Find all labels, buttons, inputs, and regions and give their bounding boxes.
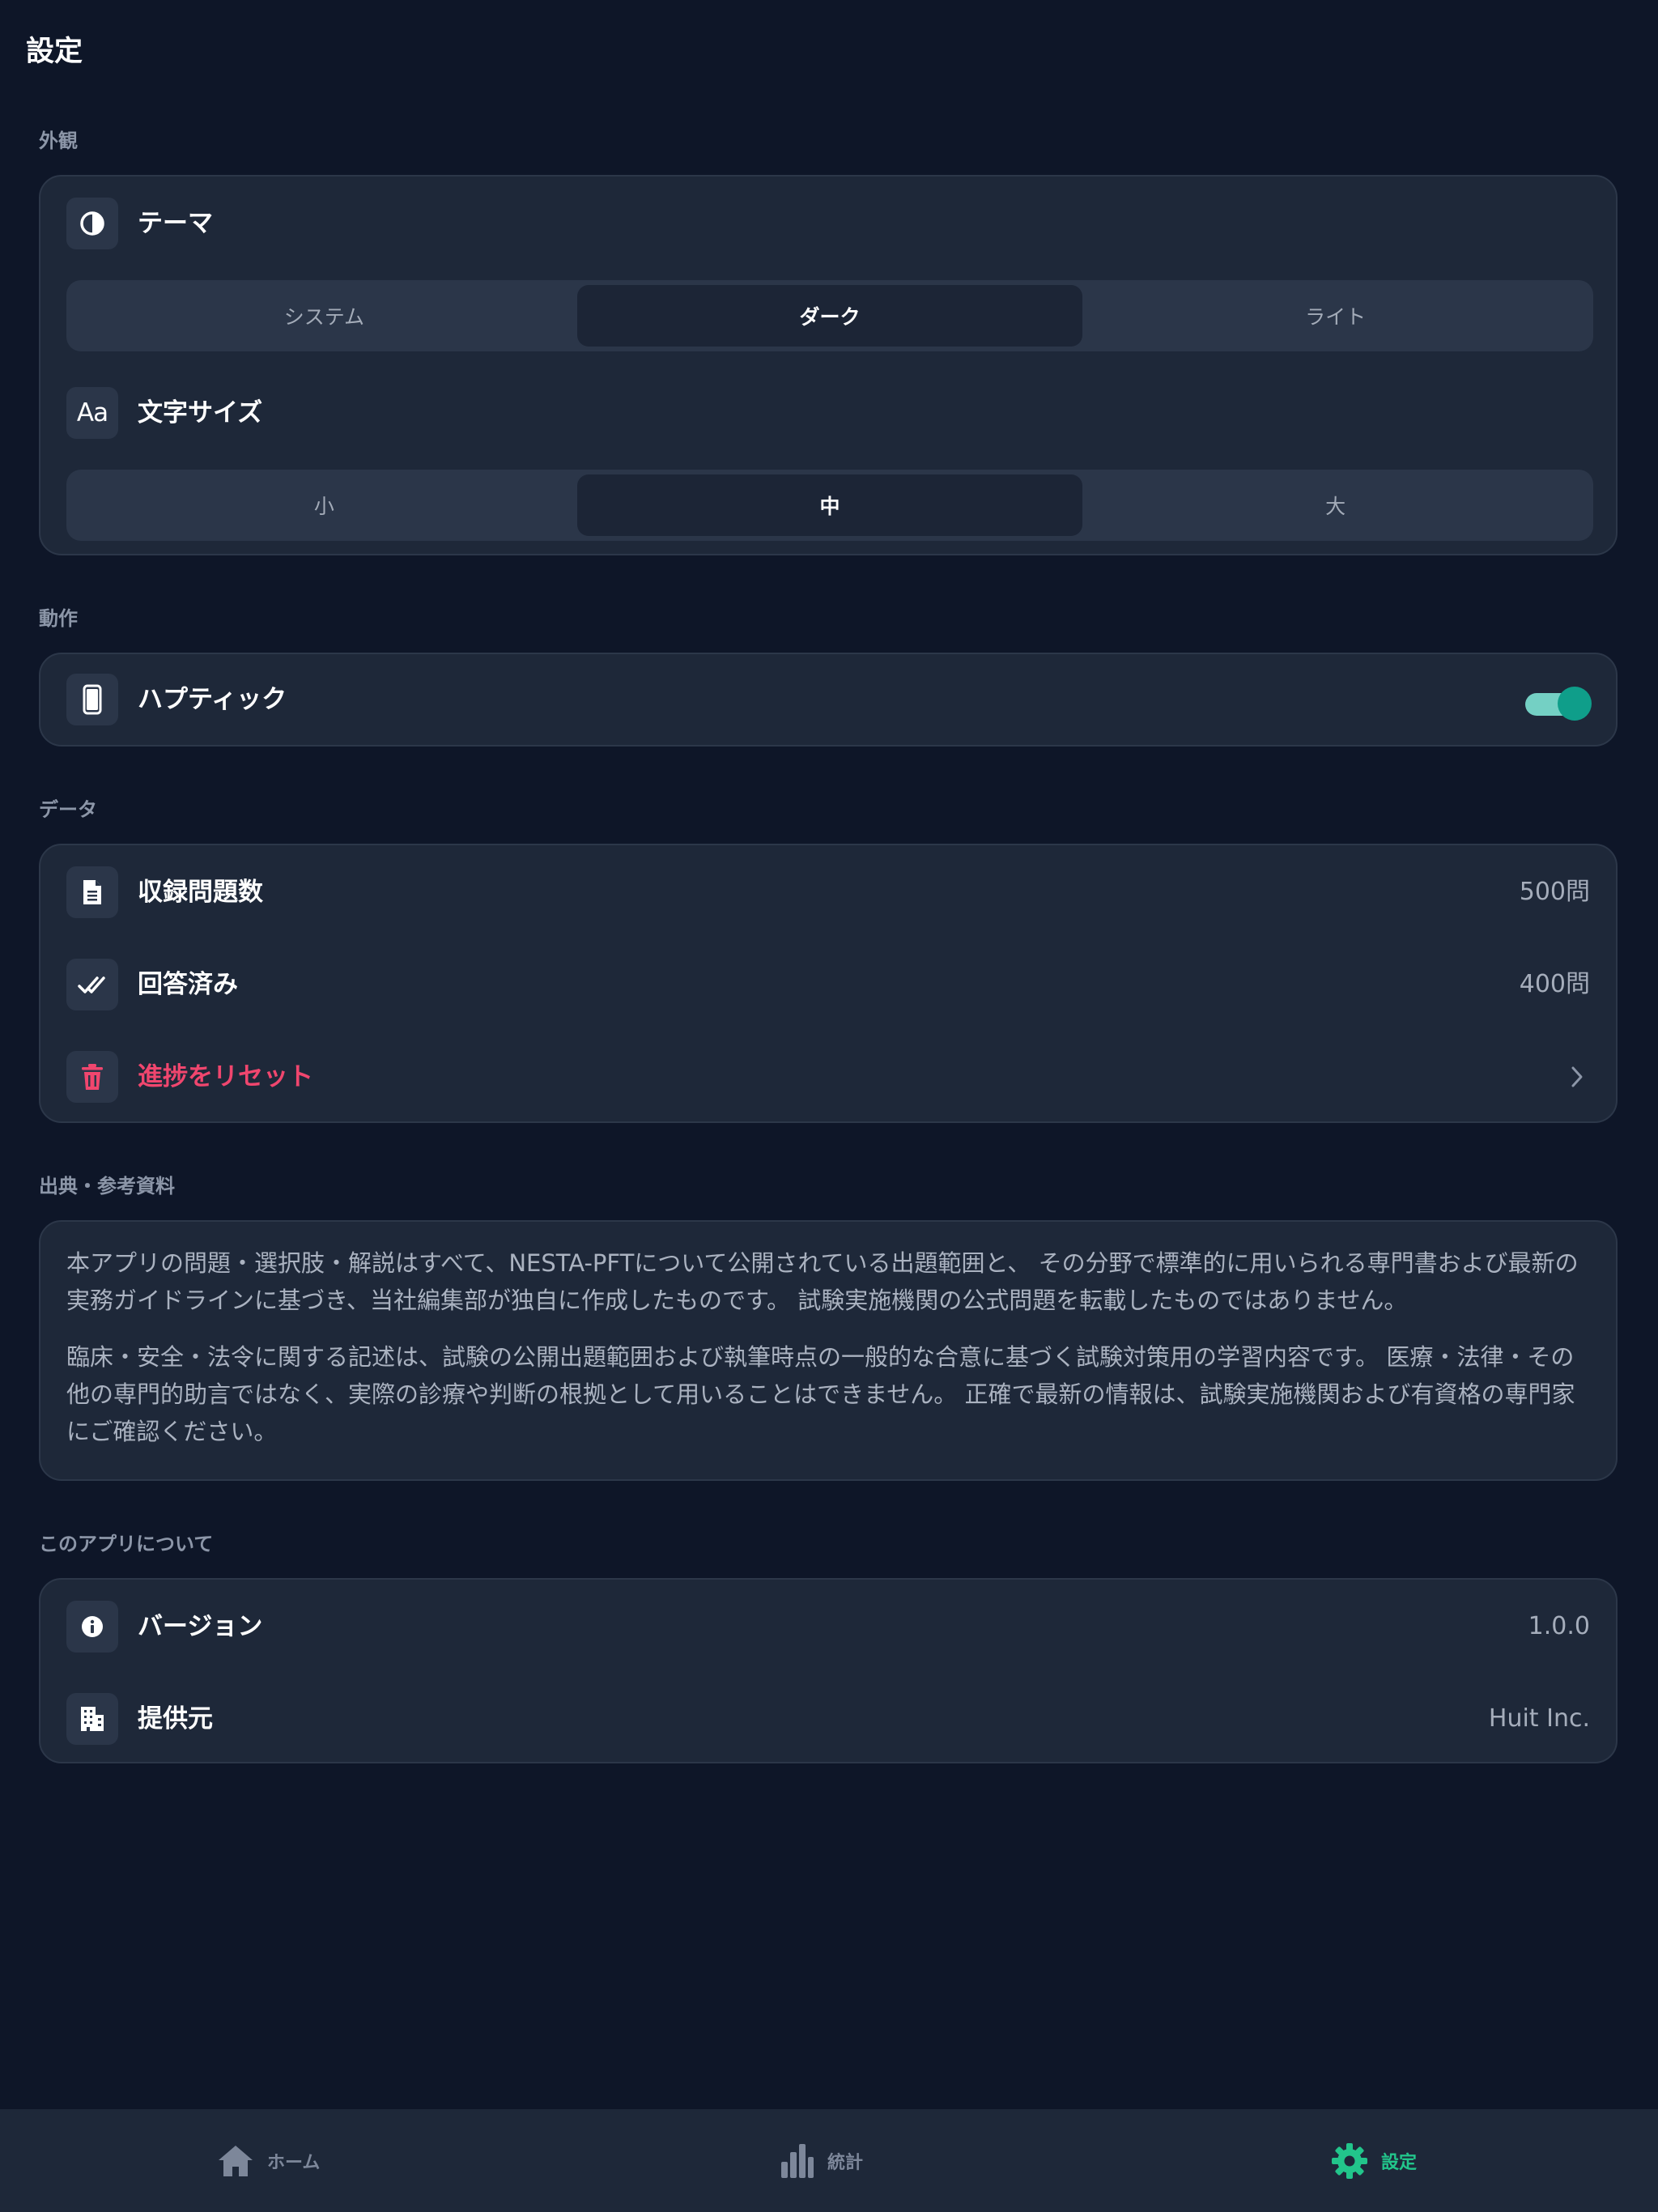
font-size-option-large[interactable]: 大 [1082,474,1588,536]
provider-row: 提供元 Huit Inc. [40,1678,1616,1759]
tab-bar: ホーム 統計 設定 [0,2109,1658,2212]
theme-option-dark[interactable]: ダーク [576,285,1083,347]
section-header-about: このアプリについて [39,1533,214,1555]
answered-label: 回答済み [138,970,238,999]
building-icon [66,1693,118,1745]
theme-label: テーマ [138,209,213,238]
tab-settings-label: 設定 [1381,2152,1418,2173]
font-size-label: 文字サイズ [138,398,263,428]
haptic-row: ハプティック [40,659,1616,740]
sources-card: 本アプリの問題・選択肢・解説はすべて、NESTA-PFTについて公開されている出… [39,1220,1618,1481]
answered-row: 回答済み 400問 [40,944,1616,1025]
version-value: 1.0.0 [1528,1612,1590,1640]
reset-progress-row[interactable]: 進捗をリセット [40,1036,1616,1117]
question-count-row: 収録問題数 500問 [40,852,1616,933]
tab-stats-label: 統計 [827,2152,864,2173]
info-icon [66,1601,118,1653]
sources-paragraph: 本アプリの問題・選択肢・解説はすべて、NESTA-PFTについて公開されている出… [66,1249,1579,1314]
font-size-option-medium[interactable]: 中 [576,474,1083,536]
font-size-segmented-control: 小 中 大 [66,470,1593,541]
section-header-data: データ [39,798,97,821]
section-header-sources: 出典・参考資料 [39,1175,175,1197]
tab-home-label: ホーム [267,2152,321,2173]
data-card: 収録問題数 500問 回答済み 400問 進捗をリセット [39,844,1618,1123]
appearance-card: テーマ システム ダーク ライト Aa 文字サイズ 小 中 大 [39,175,1618,555]
toggle-knob [1558,687,1592,721]
version-label: バージョン [138,1612,263,1641]
section-header-appearance: 外観 [39,130,78,152]
haptic-label: ハプティック [138,685,287,714]
font-size-icon: Aa [66,387,118,439]
double-check-icon [66,959,118,1010]
page-title: 設定 [26,36,83,68]
chart-icon [781,2143,814,2178]
provider-value: Huit Inc. [1488,1704,1590,1733]
gear-icon [1332,2142,1367,2179]
home-icon [219,2145,253,2176]
question-count-value: 500問 [1519,878,1590,906]
trash-icon [66,1051,118,1103]
version-row: バージョン 1.0.0 [40,1586,1616,1667]
theme-row: テーマ [40,183,1616,264]
provider-label: 提供元 [138,1704,213,1733]
disclaimer-paragraph: 臨床・安全・法令に関する記述は、試験の公開出題範囲および執筆時点の一般的な合意に… [66,1343,1575,1445]
behavior-card: ハプティック [39,653,1618,747]
haptic-toggle[interactable] [1525,687,1592,721]
question-count-label: 収録問題数 [138,878,263,907]
tab-settings[interactable]: 設定 [1331,2109,1417,2212]
theme-option-system[interactable]: システム [71,285,577,347]
tab-stats[interactable]: 統計 [780,2109,863,2212]
tab-home[interactable]: ホーム [217,2109,320,2212]
chevron-right-icon [1571,1066,1584,1091]
section-header-behavior: 動作 [39,607,78,630]
contrast-icon [66,198,118,249]
document-icon [66,866,118,918]
answered-value: 400問 [1519,970,1590,998]
reset-progress-label: 進捗をリセット [138,1062,313,1091]
font-size-option-small[interactable]: 小 [71,474,577,536]
font-size-row: Aa 文字サイズ [40,372,1616,453]
theme-segmented-control: システム ダーク ライト [66,280,1593,351]
phone-icon [66,674,118,725]
theme-option-light[interactable]: ライト [1082,285,1588,347]
about-card: バージョン 1.0.0 提供元 Huit Inc. [39,1578,1618,1763]
